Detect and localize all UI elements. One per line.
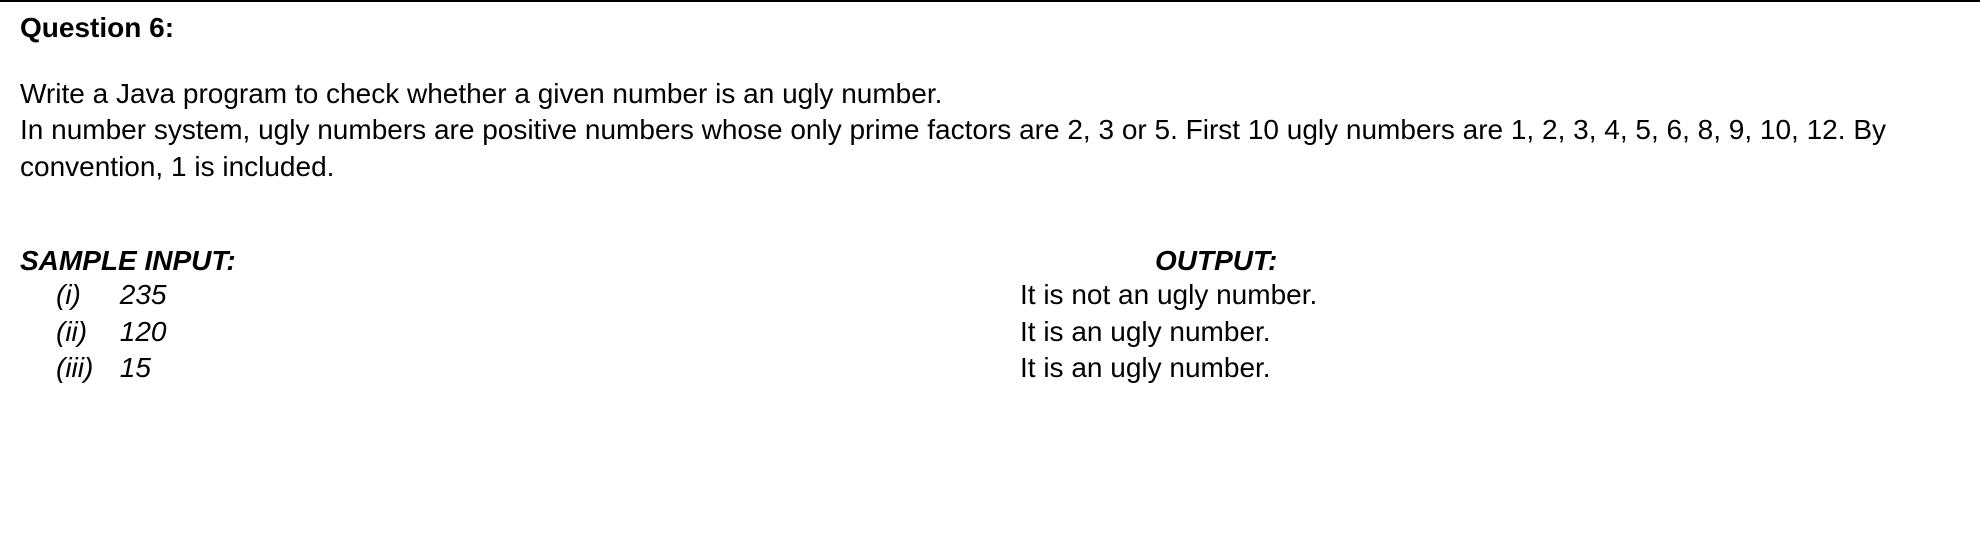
input-value: 235 <box>120 279 167 310</box>
output-column: OUTPUT: It is not an ugly number. It is … <box>1020 245 1960 386</box>
output-item: It is not an ugly number. <box>1020 277 1960 313</box>
input-value: 15 <box>120 352 151 383</box>
output-heading: OUTPUT: <box>1020 245 1960 277</box>
output-list: It is not an ugly number. It is an ugly … <box>1020 277 1960 386</box>
description-line2: In number system, ugly numbers are posit… <box>20 114 1886 181</box>
output-item: It is an ugly number. <box>1020 350 1960 386</box>
description-line1: Write a Java program to check whether a … <box>20 78 942 109</box>
input-marker: (iii) <box>56 350 112 386</box>
question-page: Question 6: Write a Java program to chec… <box>0 0 1980 426</box>
input-item: (iii) 15 <box>20 350 1020 386</box>
input-value: 120 <box>120 316 167 347</box>
question-description: Write a Java program to check whether a … <box>20 76 1960 185</box>
output-item: It is an ugly number. <box>1020 314 1960 350</box>
input-list: (i) 235 (ii) 120 (iii) 15 <box>20 277 1020 386</box>
input-marker: (i) <box>56 277 112 313</box>
sample-input-heading: SAMPLE INPUT: <box>20 245 1020 277</box>
input-item: (ii) 120 <box>20 314 1020 350</box>
input-column: SAMPLE INPUT: (i) 235 (ii) 120 (iii) 15 <box>20 245 1020 386</box>
input-marker: (ii) <box>56 314 112 350</box>
io-section: SAMPLE INPUT: (i) 235 (ii) 120 (iii) 15 … <box>20 245 1960 386</box>
input-item: (i) 235 <box>20 277 1020 313</box>
question-title: Question 6: <box>20 12 1960 44</box>
